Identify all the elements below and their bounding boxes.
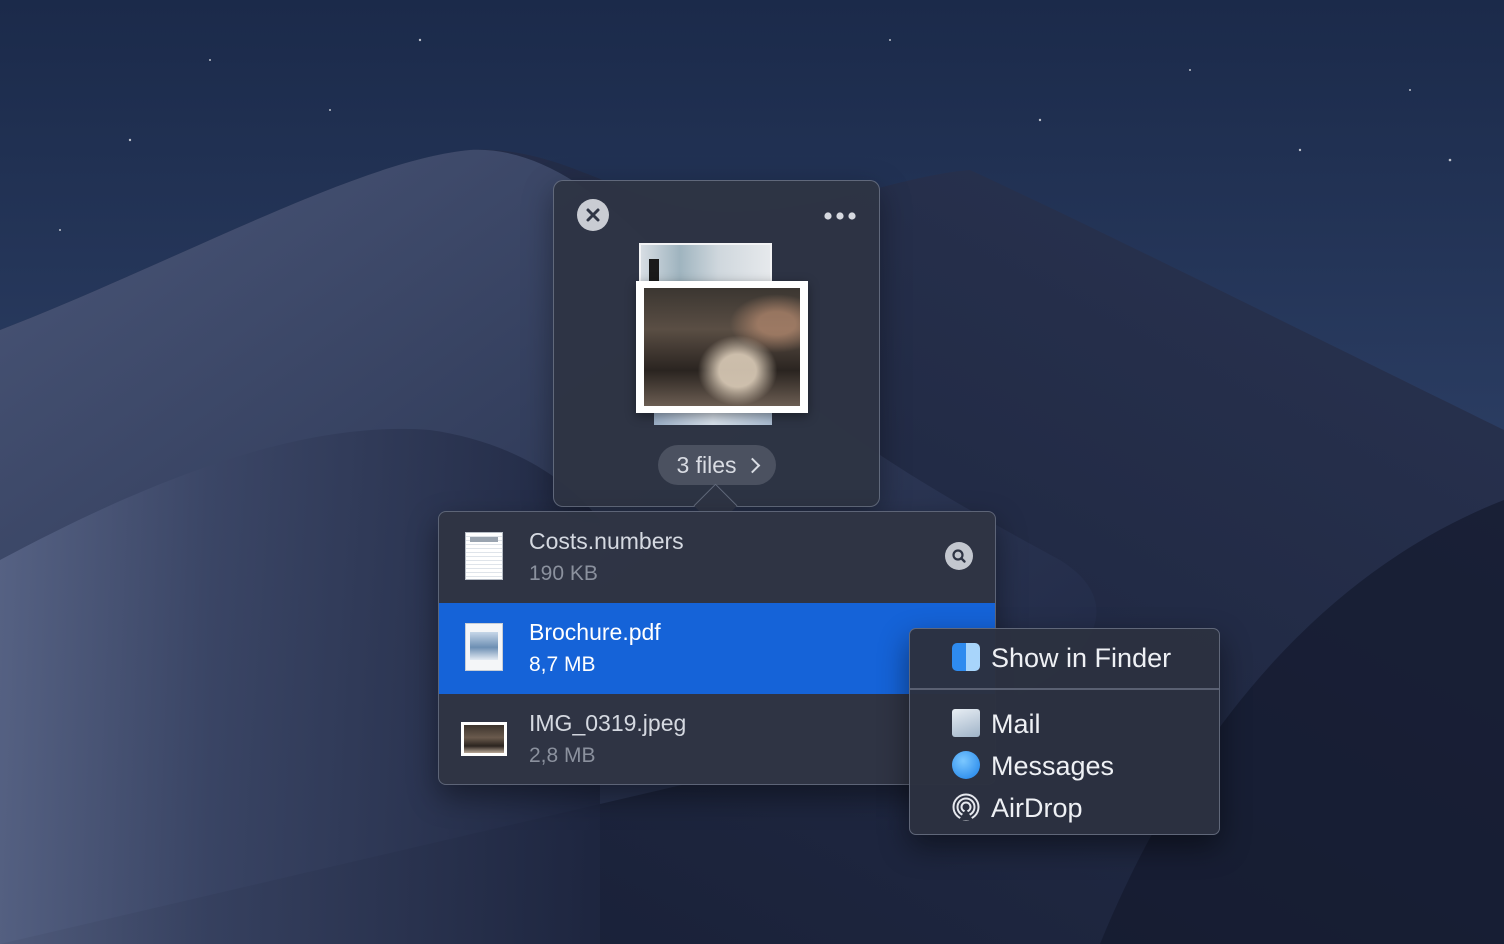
messages-icon bbox=[952, 751, 980, 779]
ellipsis-icon bbox=[824, 212, 856, 220]
menu-separator bbox=[910, 688, 1219, 690]
jpeg-file-icon bbox=[461, 722, 507, 756]
magnifier-icon bbox=[952, 549, 966, 563]
files-count-button[interactable]: 3 files bbox=[658, 445, 776, 485]
airdrop-icon bbox=[952, 793, 980, 821]
file-name: Brochure.pdf bbox=[529, 619, 661, 645]
menu-item-label: Messages bbox=[991, 751, 1115, 781]
pdf-file-icon bbox=[465, 623, 503, 671]
stacked-thumbnail-back bbox=[639, 243, 772, 283]
mail-icon bbox=[952, 709, 980, 737]
menu-item-messages[interactable]: Messages bbox=[910, 745, 1219, 785]
close-icon bbox=[586, 208, 600, 222]
chevron-right-icon bbox=[744, 457, 760, 473]
stack-preview-panel: 3 files bbox=[553, 180, 880, 507]
share-context-menu: Show in Finder Mail Messages AirDrop bbox=[909, 628, 1220, 835]
file-row-costs[interactable]: Costs.numbers 190 KB bbox=[439, 512, 995, 603]
files-count-label: 3 files bbox=[676, 451, 737, 478]
numbers-file-icon bbox=[465, 532, 503, 580]
stacked-thumbnail-photo[interactable] bbox=[636, 281, 808, 413]
file-size: 2,8 MB bbox=[529, 744, 596, 767]
quick-look-button[interactable] bbox=[945, 542, 973, 570]
finder-icon bbox=[952, 643, 980, 671]
menu-item-airdrop[interactable]: AirDrop bbox=[910, 787, 1219, 827]
close-button[interactable] bbox=[577, 199, 609, 231]
file-size: 190 KB bbox=[529, 562, 598, 585]
menu-item-show-in-finder[interactable]: Show in Finder bbox=[910, 637, 1219, 677]
file-size: 8,7 MB bbox=[529, 653, 596, 676]
menu-item-label: AirDrop bbox=[991, 793, 1083, 823]
menu-item-label: Show in Finder bbox=[991, 643, 1172, 673]
file-name: Costs.numbers bbox=[529, 528, 684, 554]
menu-item-mail[interactable]: Mail bbox=[910, 703, 1219, 743]
file-name: IMG_0319.jpeg bbox=[529, 710, 687, 736]
more-options-button[interactable] bbox=[820, 203, 860, 229]
menu-item-label: Mail bbox=[991, 709, 1041, 739]
